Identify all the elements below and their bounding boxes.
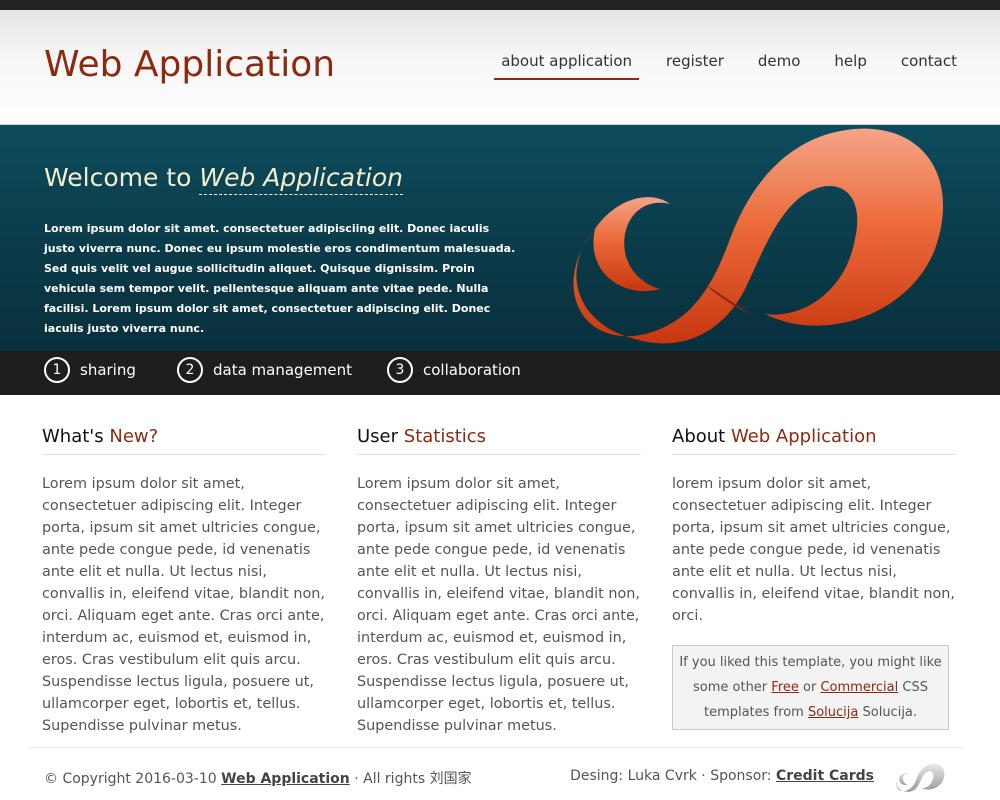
column-about: About Web Application lorem ipsum dolor … (672, 424, 956, 627)
footer-copyright: © Copyright 2016-03-10 Web Application ·… (44, 768, 472, 788)
promo-text: Solucija. (862, 705, 918, 720)
feature-collaboration: 3 collaboration (387, 357, 521, 383)
site-logo[interactable]: Web Application (44, 44, 335, 85)
header: Web Application about application regist… (0, 10, 1000, 125)
nav-demo[interactable]: demo (751, 50, 808, 80)
infinity-logo-small-icon (896, 763, 945, 792)
main-nav: about application register demo help con… (474, 50, 964, 80)
hero-banner: Welcome to Web Application Lorem ipsum d… (0, 125, 1000, 351)
infinity-logo-icon (573, 128, 944, 344)
footer-divider (30, 747, 962, 748)
feature-label: sharing (80, 361, 136, 379)
column-title-highlight: Statistics (403, 426, 487, 447)
promo-text: or (803, 680, 817, 695)
solucija-link[interactable]: Solucija (808, 705, 858, 720)
top-bar (0, 0, 1000, 10)
column-title-plain: What's (42, 426, 104, 447)
column-user-statistics: User Statistics Lorem ipsum dolor sit am… (357, 424, 641, 737)
free-link[interactable]: Free (771, 680, 799, 695)
feature-bar: 1 sharing 2 data management 3 collaborat… (0, 351, 1000, 395)
hero-title-highlight: Web Application (199, 163, 403, 195)
hero-text: Lorem ipsum dolor sit amet. consectetuer… (44, 222, 516, 335)
column-title-plain: About (672, 426, 726, 447)
column-title: User Statistics (357, 424, 641, 455)
nav-contact[interactable]: contact (894, 50, 964, 80)
hero-title: Welcome to Web Application (44, 163, 403, 195)
feature-data-management: 2 data management (177, 357, 352, 383)
column-title-plain: User (357, 426, 399, 447)
column-text: Lorem ipsum dolor sit amet, consectetuer… (357, 476, 640, 734)
hero-title-prefix: Welcome to (44, 163, 192, 192)
commercial-link[interactable]: Commercial (820, 680, 898, 695)
footer-site-link[interactable]: Web Application (221, 771, 350, 787)
nav-about-application[interactable]: about application (494, 50, 640, 80)
column-whats-new: What's New? Lorem ipsum dolor sit amet, … (42, 424, 326, 737)
nav-help[interactable]: help (827, 50, 873, 80)
feature-number: 2 (177, 357, 203, 383)
feature-label: collaboration (423, 361, 521, 379)
feature-number: 3 (387, 357, 413, 383)
nav-register[interactable]: register (659, 50, 731, 80)
credits-text: Desing: Luka Cvrk · Sponsor: (570, 768, 772, 784)
column-text: lorem ipsum dolor sit amet, consectetuer… (672, 476, 955, 624)
column-title-highlight: New? (109, 426, 159, 447)
column-title: About Web Application (672, 424, 956, 455)
column-text: Lorem ipsum dolor sit amet, consectetuer… (42, 476, 325, 734)
copyright-text: © Copyright 2016-03-10 (44, 771, 217, 787)
column-title: What's New? (42, 424, 326, 455)
credit-cards-link[interactable]: Credit Cards (776, 768, 874, 784)
rights-text: · All rights 刘国家 (354, 771, 472, 787)
feature-label: data management (213, 361, 353, 379)
promo-box: If you liked this template, you might li… (672, 645, 949, 730)
feature-number: 1 (44, 357, 70, 383)
feature-sharing: 1 sharing (44, 357, 136, 383)
footer-credits: Desing: Luka Cvrk · Sponsor: Credit Card… (570, 768, 874, 784)
column-title-highlight: Web Application (730, 426, 877, 447)
